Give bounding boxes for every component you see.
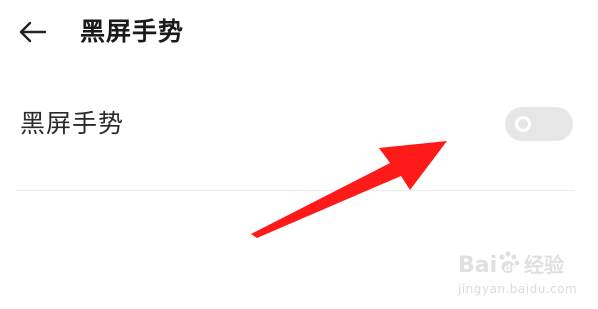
app-bar: 黑屏手势 — [0, 0, 598, 64]
setting-label: 黑屏手势 — [20, 109, 125, 138]
svg-text:du: du — [504, 263, 518, 274]
setting-row-black-screen-gesture[interactable]: 黑屏手势 — [0, 88, 598, 160]
black-screen-gesture-toggle[interactable] — [505, 107, 573, 141]
page-title: 黑屏手势 — [80, 17, 185, 46]
watermark-url: jingyan.baidu.com — [458, 282, 578, 296]
divider — [16, 190, 574, 191]
back-button[interactable] — [14, 14, 50, 50]
toggle-knob — [515, 116, 531, 132]
watermark: Bai du 经验 jingyan.baidu.com — [452, 238, 592, 302]
svg-text:经验: 经验 — [524, 253, 564, 277]
svg-text:Bai: Bai — [458, 253, 497, 278]
arrow-left-icon — [19, 21, 47, 43]
baidu-jingyan-logo: Bai du 经验 — [458, 251, 564, 278]
